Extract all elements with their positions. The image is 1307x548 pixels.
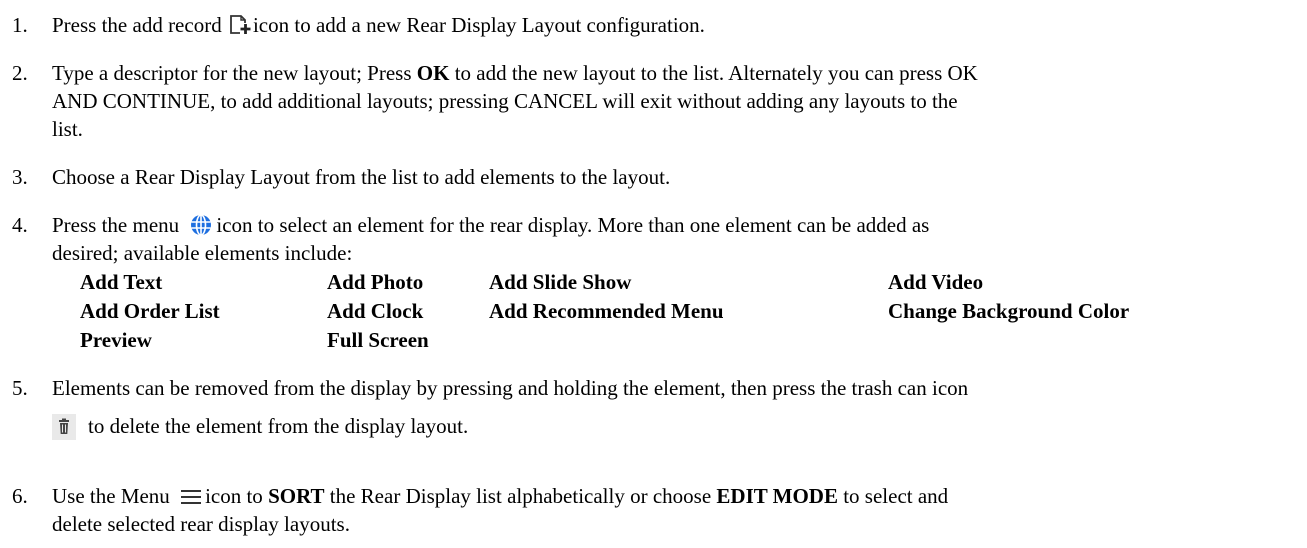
- step-text: Choose a Rear Display Layout from the li…: [52, 165, 671, 189]
- step-number: 6.: [12, 484, 28, 508]
- element-add-text: Add Text: [80, 270, 163, 294]
- step-text-part: icon to add a new Rear Display Layout co…: [252, 13, 705, 37]
- edit-mode-keyword: EDIT MODE: [716, 484, 838, 508]
- step-line: list.: [52, 117, 83, 141]
- element-add-slide-show: Add Slide Show: [489, 270, 632, 294]
- step-text-part: to delete the element from the display l…: [88, 414, 469, 438]
- step-text-part: icon to select an element for the rear d…: [216, 213, 930, 237]
- step-text-part: Press the add record: [52, 13, 227, 37]
- step-text-part: to select and: [837, 484, 949, 508]
- step-text-part: icon to: [205, 484, 269, 508]
- step-number: 4.: [12, 213, 28, 237]
- step-text: Type a descriptor for the new layout; Pr…: [52, 59, 1267, 143]
- step-text-part: Press the menu: [52, 213, 185, 237]
- globe-menu-icon: [190, 213, 212, 236]
- step-text-part: Use the Menu: [52, 484, 176, 508]
- step-line: Press the menu icon to select an element…: [52, 211, 1267, 239]
- hamburger-menu-icon: [179, 486, 203, 506]
- ok-keyword: OK: [416, 61, 450, 85]
- step-line: delete selected rear display layouts.: [52, 512, 350, 536]
- element-add-clock: Add Clock: [327, 299, 424, 323]
- step-line: desired; available elements include:: [52, 241, 353, 265]
- step-line: Elements can be removed from the display…: [52, 376, 969, 400]
- step-text-part: to add the new layout to the list. Alter…: [449, 61, 978, 85]
- step-text: Elements can be removed from the display…: [52, 374, 1267, 440]
- step-line: Type a descriptor for the new layout; Pr…: [52, 59, 1267, 87]
- element-full-screen: Full Screen: [327, 328, 429, 352]
- element-add-recommended-menu: Add Recommended Menu: [489, 299, 724, 323]
- step-number: 2.: [12, 61, 28, 85]
- step-line: Use the Menu icon to SORT the Rear Displ…: [52, 482, 1267, 510]
- element-preview: Preview: [80, 328, 152, 352]
- step-line: AND CONTINUE, to add additional layouts;…: [52, 89, 958, 113]
- step-number: 5.: [12, 376, 28, 400]
- element-change-background-color: Change Background Color: [888, 299, 1130, 323]
- step-number: 3.: [12, 165, 28, 189]
- step-text-part: the Rear Display list alphabetically or …: [324, 484, 717, 508]
- step-text-part: Type a descriptor for the new layout; Pr…: [52, 61, 417, 85]
- step-number: 1.: [12, 13, 28, 37]
- step-text: Use the Menu icon to SORT the Rear Displ…: [52, 482, 1267, 538]
- element-add-photo: Add Photo: [327, 270, 424, 294]
- step-text: Press the add record icon to add a new R…: [52, 11, 1267, 39]
- step-line: to delete the element from the display l…: [52, 412, 1267, 440]
- sort-keyword: SORT: [268, 484, 325, 508]
- element-add-video: Add Video: [888, 270, 984, 294]
- element-add-order-list: Add Order List: [80, 299, 220, 323]
- trash-can-icon: [52, 414, 76, 440]
- add-record-icon: [229, 14, 252, 36]
- step-text: Press the menu icon to select an element…: [52, 211, 1267, 267]
